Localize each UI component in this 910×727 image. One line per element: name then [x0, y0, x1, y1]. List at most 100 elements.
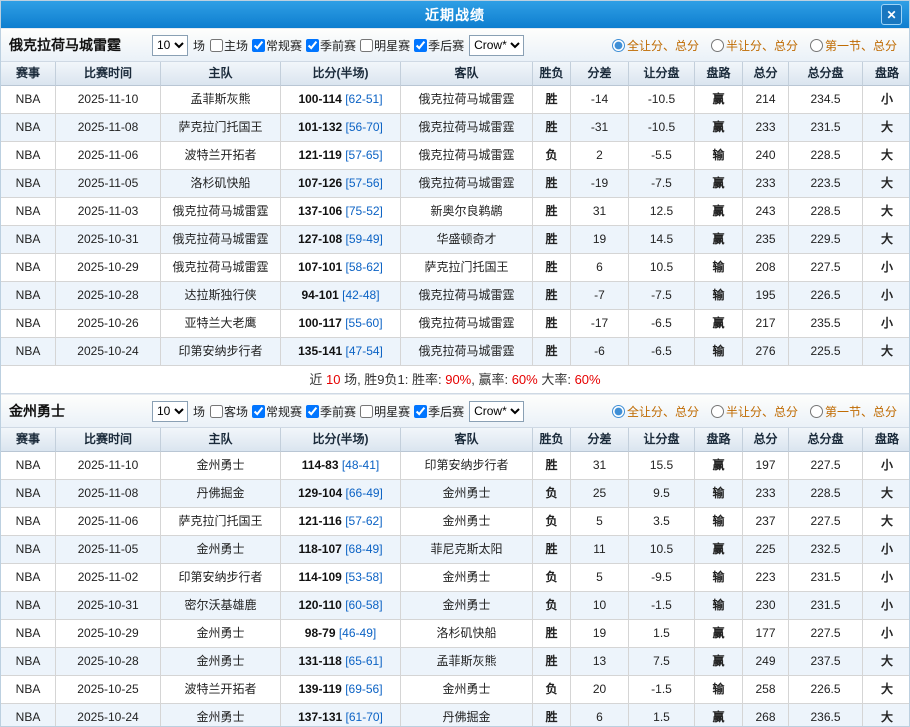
total-line-cell: 226.5 — [789, 282, 863, 310]
filter-checkbox[interactable]: 常规赛 — [252, 403, 302, 420]
score-cell: 100-117 [55-60] — [281, 310, 401, 338]
filter-checkbox[interactable]: 客场 — [210, 403, 248, 420]
diff-cell: 19 — [571, 620, 629, 648]
checkbox-input[interactable] — [306, 39, 319, 52]
filter-checkbox[interactable]: 主场 — [210, 37, 248, 54]
bookmaker-select[interactable]: Crow* — [469, 401, 524, 422]
date-cell: 2025-11-10 — [56, 86, 161, 114]
result-cell: 胜 — [533, 452, 571, 480]
date-cell: 2025-10-25 — [56, 676, 161, 704]
over-under-cell: 大 — [863, 170, 910, 198]
handicap-result-cell: 赢 — [695, 310, 743, 338]
date-cell: 2025-10-29 — [56, 254, 161, 282]
radio-input[interactable] — [711, 405, 724, 418]
total-cell: 223 — [743, 564, 789, 592]
filter-checkbox[interactable]: 季前赛 — [306, 403, 356, 420]
line-type-radio[interactable]: 第一节、总分 — [810, 37, 897, 54]
table-row: NBA 2025-10-28 达拉斯独行侠 94-101 [42-48] 俄克拉… — [1, 282, 909, 310]
total-cell: 276 — [743, 338, 789, 366]
halftime-score: [48-41] — [342, 458, 379, 472]
filter-checkbox[interactable]: 明星赛 — [360, 403, 410, 420]
diff-cell: -17 — [571, 310, 629, 338]
league-cell: NBA — [1, 114, 56, 142]
date-cell: 2025-10-31 — [56, 226, 161, 254]
column-header: 盘路 — [695, 62, 743, 86]
column-header: 赛事 — [1, 428, 56, 452]
away-team-cell: 俄克拉荷马城雷霆 — [401, 282, 533, 310]
away-team-cell: 华盛顿奇才 — [401, 226, 533, 254]
line-type-radios: 全让分、总分半让分、总分第一节、总分 — [612, 403, 901, 420]
checkbox-input[interactable] — [306, 405, 319, 418]
over-under-cell: 小 — [863, 592, 910, 620]
away-team-cell: 俄克拉荷马城雷霆 — [401, 114, 533, 142]
total-cell: 177 — [743, 620, 789, 648]
line-type-radio[interactable]: 半让分、总分 — [711, 403, 798, 420]
checkbox-input[interactable] — [252, 39, 265, 52]
result-cell: 胜 — [533, 704, 571, 727]
fulltime-score: 121-119 — [298, 148, 341, 162]
fulltime-score: 127-108 — [298, 232, 342, 246]
date-cell: 2025-11-06 — [56, 508, 161, 536]
summary-segment: 场, 胜9负1: 胜率: — [340, 372, 445, 387]
checkbox-input[interactable] — [414, 405, 427, 418]
diff-cell: 25 — [571, 480, 629, 508]
radio-input[interactable] — [810, 39, 823, 52]
games-count-select[interactable]: 10 — [152, 35, 188, 56]
away-team-cell: 新奥尔良鹈鹕 — [401, 198, 533, 226]
away-team-cell: 丹佛掘金 — [401, 704, 533, 727]
league-cell: NBA — [1, 620, 56, 648]
halftime-score: [68-49] — [345, 542, 382, 556]
team-controls-bar-warriors: 金州勇士 10 场 客场常规赛季前赛明星赛季后赛 Crow* 全让分、总分半让分… — [1, 394, 909, 428]
score-cell: 131-118 [65-61] — [281, 648, 401, 676]
bookmaker-select[interactable]: Crow* — [469, 35, 524, 56]
line-type-radio[interactable]: 全让分、总分 — [612, 37, 699, 54]
filter-checkbox[interactable]: 常规赛 — [252, 37, 302, 54]
column-header: 盘路 — [863, 428, 910, 452]
score-cell: 107-126 [57-56] — [281, 170, 401, 198]
total-line-cell: 235.5 — [789, 310, 863, 338]
radio-input[interactable] — [612, 39, 625, 52]
result-cell: 胜 — [533, 338, 571, 366]
radio-input[interactable] — [810, 405, 823, 418]
diff-cell: 10 — [571, 592, 629, 620]
handicap-cell: 7.5 — [629, 648, 695, 676]
away-team-cell: 印第安纳步行者 — [401, 452, 533, 480]
checkbox-input[interactable] — [210, 39, 223, 52]
total-line-cell: 237.5 — [789, 648, 863, 676]
games-count-select[interactable]: 10 — [152, 401, 188, 422]
filter-checkbox[interactable]: 明星赛 — [360, 37, 410, 54]
filter-checkbox[interactable]: 季后赛 — [414, 37, 464, 54]
checkbox-input[interactable] — [360, 39, 373, 52]
line-type-radio[interactable]: 半让分、总分 — [711, 37, 798, 54]
table-row: NBA 2025-11-05 金州勇士 118-107 [68-49] 菲尼克斯… — [1, 536, 909, 564]
line-type-radio[interactable]: 全让分、总分 — [612, 403, 699, 420]
results-table-thunder: NBA 2025-11-10 孟菲斯灰熊 100-114 [62-51] 俄克拉… — [1, 86, 909, 366]
filter-checkbox[interactable]: 季前赛 — [306, 37, 356, 54]
handicap-result-cell: 赢 — [695, 620, 743, 648]
handicap-result-cell: 赢 — [695, 226, 743, 254]
home-team-cell: 亚特兰大老鹰 — [161, 310, 281, 338]
date-cell: 2025-10-24 — [56, 338, 161, 366]
handicap-cell: -1.5 — [629, 676, 695, 704]
checkbox-input[interactable] — [252, 405, 265, 418]
diff-cell: 5 — [571, 564, 629, 592]
handicap-result-cell: 输 — [695, 254, 743, 282]
checkbox-input[interactable] — [360, 405, 373, 418]
radio-input[interactable] — [612, 405, 625, 418]
checkbox-input[interactable] — [210, 405, 223, 418]
league-cell: NBA — [1, 226, 56, 254]
line-type-radio[interactable]: 第一节、总分 — [810, 403, 897, 420]
handicap-cell: 14.5 — [629, 226, 695, 254]
table-row: NBA 2025-10-31 俄克拉荷马城雷霆 127-108 [59-49] … — [1, 226, 909, 254]
filter-checkbox[interactable]: 季后赛 — [414, 403, 464, 420]
close-button[interactable]: ✕ — [881, 4, 902, 25]
away-team-cell: 金州勇士 — [401, 480, 533, 508]
total-cell: 208 — [743, 254, 789, 282]
radio-input[interactable] — [711, 39, 724, 52]
result-cell: 胜 — [533, 310, 571, 338]
checkbox-input[interactable] — [414, 39, 427, 52]
total-cell: 195 — [743, 282, 789, 310]
halftime-score: [61-70] — [346, 710, 383, 724]
date-cell: 2025-11-08 — [56, 480, 161, 508]
over-under-cell: 大 — [863, 480, 910, 508]
